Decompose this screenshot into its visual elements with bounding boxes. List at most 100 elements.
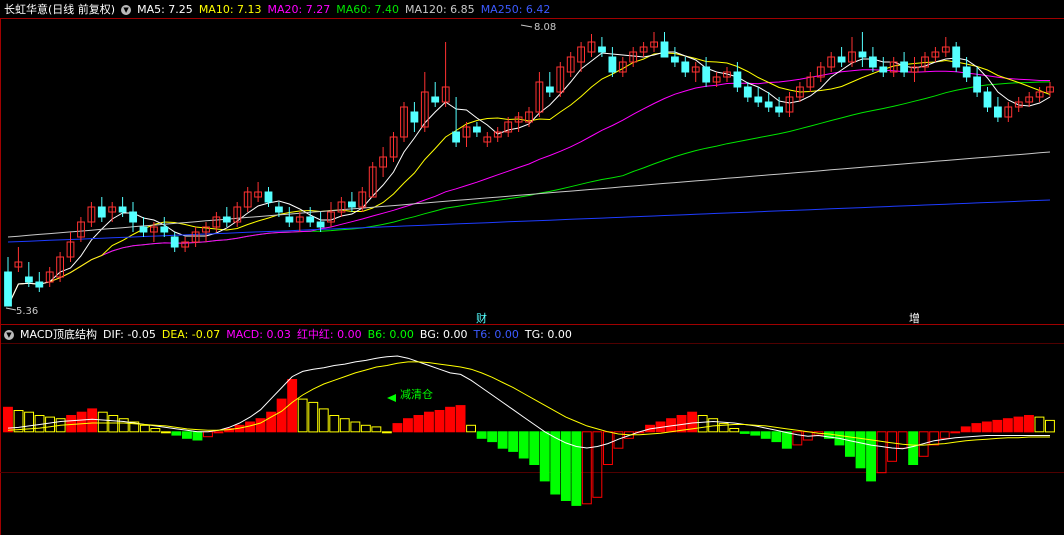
macd-bar: [729, 428, 740, 433]
macd-bar: [929, 431, 940, 446]
macd-bar: [518, 431, 529, 459]
macd-bar: [876, 431, 887, 474]
macd-bar: [329, 415, 340, 433]
macd-pane: [3, 355, 1055, 506]
macd-bar: [182, 431, 192, 439]
candle-body: [4, 271, 12, 307]
macd-bar: [508, 431, 519, 452]
candle-body: [546, 86, 554, 93]
macd-bar: [992, 419, 1003, 433]
ma5-line: [7, 51, 1051, 307]
candle-body: [900, 61, 909, 73]
macd-bar: [403, 418, 413, 433]
candle-body: [285, 216, 294, 223]
macd-bar: [339, 418, 350, 433]
candle-body: [660, 41, 669, 58]
macd-bar: [118, 418, 129, 433]
macd-bar: [424, 411, 434, 433]
macd-bar: [381, 431, 392, 434]
macd-bar: [529, 431, 540, 465]
candle-body: [754, 96, 763, 103]
macd-bar: [318, 408, 329, 433]
candle-body: [671, 56, 679, 63]
macd-bar: [45, 416, 55, 433]
macd-bar: [950, 431, 961, 434]
macd-bar: [13, 410, 24, 433]
candle-body: [837, 56, 846, 63]
candle-body: [316, 221, 325, 228]
macd-bar: [139, 424, 150, 433]
macd-bar: [487, 431, 498, 443]
candle-body: [431, 96, 440, 103]
candle-body: [962, 66, 971, 78]
ma10-line: [7, 52, 1051, 307]
candle-body: [118, 206, 127, 213]
macd-bar: [1045, 419, 1055, 433]
macd-bar: [308, 401, 319, 433]
macd-bar: [960, 426, 971, 433]
candle-body: [681, 61, 690, 73]
macd-bar: [476, 431, 487, 439]
candle-body: [764, 101, 773, 108]
macd-bar: [445, 406, 456, 433]
candle-body: [608, 56, 617, 73]
candle-body: [473, 126, 481, 133]
candle-body: [869, 56, 877, 68]
macd-bar: [771, 431, 782, 443]
macd-bar: [466, 424, 477, 433]
candle-body: [129, 211, 137, 223]
candle-body: [879, 66, 888, 73]
candle-body: [25, 276, 33, 283]
candle-body: [973, 76, 982, 93]
macd-bar: [971, 423, 982, 433]
macd-bar: [781, 431, 792, 449]
macd-bar: [276, 398, 287, 433]
candle-body: [306, 216, 315, 223]
candle-body: [775, 106, 784, 113]
candle-body: [160, 226, 169, 233]
macd-bar: [66, 415, 77, 433]
macd-bar: [108, 415, 119, 433]
chart-svg[interactable]: 8.08 5.36 财 增 减清仓: [0, 0, 1064, 535]
macd-bar: [87, 408, 98, 433]
macd-bar: [213, 431, 224, 434]
macd-bar: [739, 431, 750, 434]
macd-bar: [603, 431, 613, 465]
macd-bar: [581, 431, 592, 505]
candle-body: [170, 236, 179, 248]
macd-bar: [413, 415, 424, 433]
low-price-leader: [5, 307, 17, 311]
macd-bar: [855, 431, 866, 469]
ma20-line: [7, 69, 1050, 307]
candle-body: [139, 226, 148, 233]
macd-bar: [192, 431, 203, 441]
signal-arrow-icon: [387, 394, 396, 402]
macd-signal-label: 减清仓: [400, 387, 433, 401]
candle-body: [452, 131, 461, 143]
candle-body: [858, 51, 867, 58]
candle-body: [35, 281, 44, 288]
macd-bar: [560, 431, 571, 501]
dif-line: [7, 355, 1050, 450]
low-price-label: 5.36: [16, 306, 38, 317]
macd-bar: [150, 428, 161, 433]
candle-body: [702, 66, 711, 83]
marker-cai[interactable]: 财: [476, 311, 487, 325]
candle-body: [348, 201, 356, 208]
macd-bar: [981, 421, 992, 433]
macd-bar: [1024, 415, 1034, 433]
macd-bar: [697, 415, 708, 433]
macd-bar: [897, 431, 908, 449]
marker-zeng[interactable]: 增: [909, 311, 920, 325]
high-price-label: 8.08: [534, 22, 556, 33]
macd-bar: [1013, 416, 1024, 433]
candle-body: [222, 216, 231, 223]
candle-body: [97, 206, 106, 218]
macd-bar: [750, 431, 761, 436]
high-price-leader: [520, 24, 533, 28]
macd-bar: [360, 424, 371, 433]
macd-bar: [1034, 416, 1045, 433]
macd-bar: [455, 405, 466, 433]
candle-body: [410, 111, 419, 123]
macd-bar: [571, 431, 582, 506]
